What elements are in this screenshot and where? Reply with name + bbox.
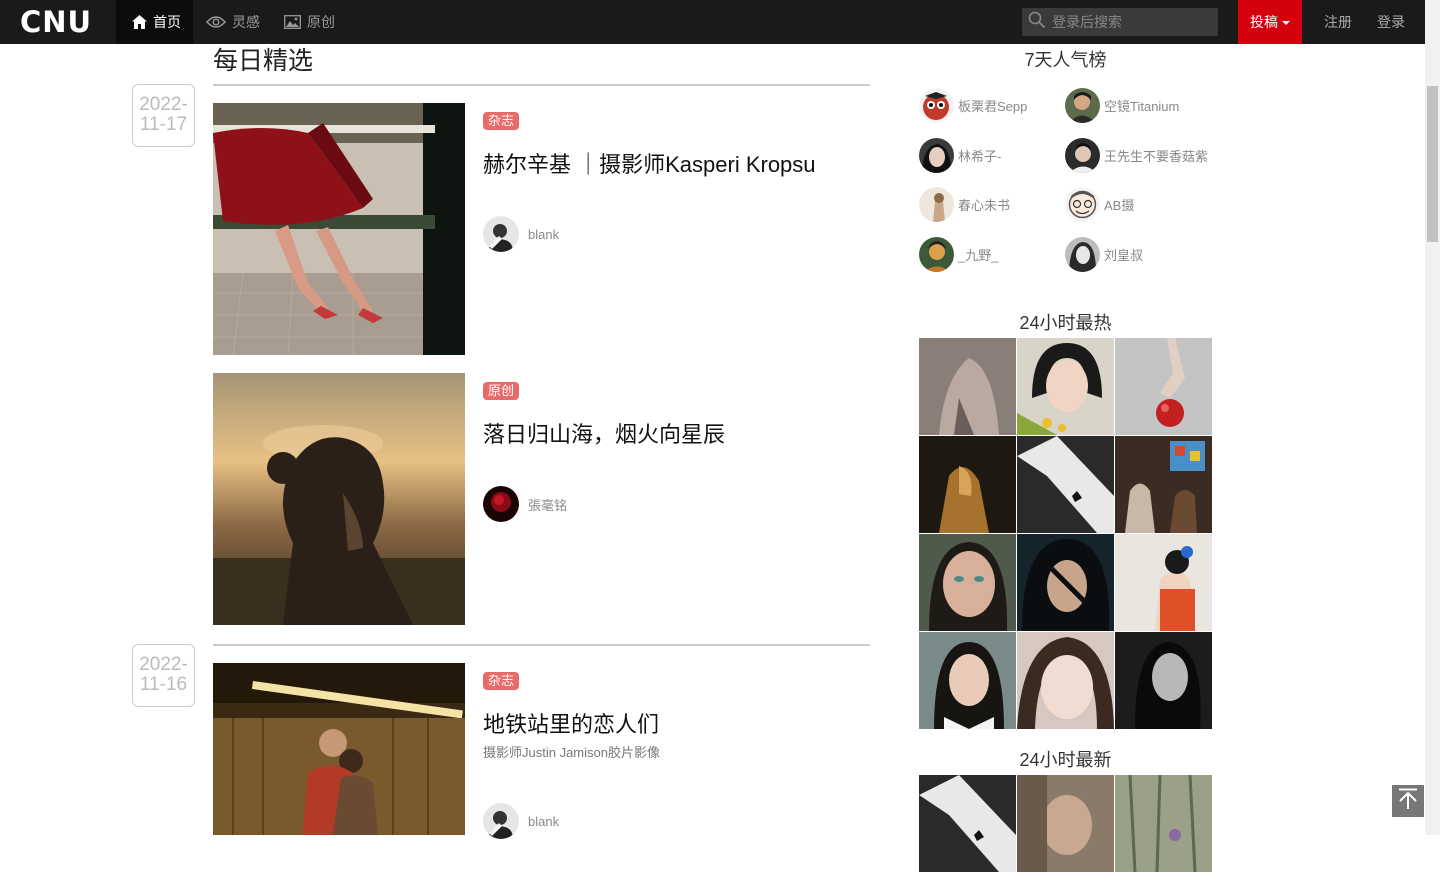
popular-user[interactable]: AB摄	[1065, 187, 1134, 222]
popular-user-name[interactable]: 板栗君Sepp	[958, 96, 1027, 115]
popular-user[interactable]: 刘皇叔	[1065, 237, 1143, 272]
submit-button[interactable]: 投稿	[1238, 0, 1302, 44]
avatar[interactable]	[919, 88, 954, 123]
submit-label: 投稿	[1250, 14, 1278, 30]
popular-user-name[interactable]: 空镜Titanium	[1104, 96, 1179, 115]
author-name[interactable]: blank	[528, 227, 559, 242]
avatar[interactable]	[1065, 88, 1100, 123]
image-icon	[284, 15, 301, 29]
hot-photo[interactable]	[1115, 632, 1212, 729]
post-title[interactable]: 地铁站里的恋人们	[483, 707, 659, 739]
new-photo-grid	[919, 775, 1212, 872]
post-title[interactable]: 落日归山海，烟火向星辰	[483, 417, 725, 449]
post-thumbnail[interactable]	[213, 103, 465, 355]
search-icon	[1028, 11, 1046, 34]
new-title: 24小时最新	[1019, 750, 1112, 770]
post-tag[interactable]: 杂志	[483, 112, 520, 130]
top-navbar: CNU 首页 灵感 原创 投稿 注册 登录	[0, 0, 1425, 44]
tab-inspiration-label: 灵感	[232, 14, 260, 30]
popular-user[interactable]: 空镜Titanium	[1065, 88, 1179, 123]
post-thumbnail[interactable]	[213, 663, 465, 835]
eye-icon	[206, 16, 226, 28]
avatar[interactable]	[919, 237, 954, 272]
hot-photo[interactable]	[1017, 632, 1114, 729]
hot-photo[interactable]	[919, 338, 1016, 435]
date-year: 2022-	[139, 654, 188, 675]
avatar[interactable]	[919, 187, 954, 222]
avatar[interactable]	[483, 486, 519, 522]
author-name[interactable]: 張毫铭	[528, 495, 567, 514]
page-scrollbar[interactable]	[1425, 0, 1440, 835]
search-input[interactable]	[1052, 14, 1212, 30]
post-author[interactable]: blank	[483, 803, 559, 839]
avatar[interactable]	[1065, 138, 1100, 173]
hot-photo[interactable]	[1017, 338, 1114, 435]
popular-user[interactable]: _九野_	[919, 237, 998, 272]
avatar[interactable]	[483, 803, 519, 839]
popular-user-name[interactable]: 刘皇叔	[1104, 245, 1143, 264]
arrow-up-icon	[1398, 788, 1418, 815]
hot-photo[interactable]	[919, 632, 1016, 729]
site-logo[interactable]: CNU	[20, 6, 92, 38]
new-photo[interactable]	[1017, 775, 1114, 872]
tab-home-label: 首页	[153, 14, 181, 30]
hot-photo[interactable]	[1017, 436, 1114, 533]
hot-title: 24小时最热	[1019, 313, 1112, 333]
popular-title: 7天人气榜	[1024, 50, 1107, 70]
popular-user-name[interactable]: AB摄	[1104, 195, 1134, 214]
hot-photo[interactable]	[1115, 338, 1212, 435]
scrollbar-thumb[interactable]	[1427, 86, 1438, 242]
login-link[interactable]: 登录	[1377, 0, 1405, 44]
popular-user-name[interactable]: _九野_	[958, 245, 998, 264]
search-box[interactable]	[1022, 8, 1218, 36]
popular-user[interactable]: 王先生不要香菇紫	[1065, 138, 1208, 173]
post-tag[interactable]: 杂志	[483, 672, 520, 690]
divider	[213, 644, 870, 646]
post-author[interactable]: 張毫铭	[483, 486, 567, 522]
post-thumbnail[interactable]	[213, 373, 465, 625]
back-to-top-button[interactable]	[1392, 785, 1424, 817]
new-photo[interactable]	[1115, 775, 1212, 872]
popular-user[interactable]: 林希子-	[919, 138, 1001, 173]
post-tag[interactable]: 原创	[483, 382, 520, 400]
popular-user-name[interactable]: 林希子-	[958, 146, 1001, 165]
avatar[interactable]	[919, 138, 954, 173]
caret-down-icon	[1282, 21, 1290, 25]
tab-inspiration[interactable]: 灵感	[206, 0, 260, 44]
popular-user[interactable]: 春心未书	[919, 187, 1010, 222]
author-name[interactable]: blank	[528, 814, 559, 829]
avatar[interactable]	[1065, 187, 1100, 222]
date-badge: 2022- 11-17	[132, 84, 195, 147]
tab-original-label: 原创	[307, 14, 335, 30]
hot-photo-grid	[919, 338, 1212, 729]
date-badge: 2022- 11-16	[132, 644, 195, 707]
popular-user-name[interactable]: 王先生不要香菇紫	[1104, 146, 1208, 165]
date-day: 11-17	[139, 114, 188, 135]
date-day: 11-16	[139, 674, 188, 695]
post-author[interactable]: blank	[483, 216, 559, 252]
section-title: 每日精选	[213, 47, 314, 75]
hot-photo[interactable]	[1115, 436, 1212, 533]
divider	[213, 84, 870, 86]
register-link[interactable]: 注册	[1324, 0, 1352, 44]
hot-photo[interactable]	[919, 436, 1016, 533]
tab-home[interactable]: 首页	[116, 0, 193, 44]
hot-photo[interactable]	[1017, 534, 1114, 631]
tab-original[interactable]: 原创	[284, 0, 335, 44]
avatar[interactable]	[1065, 237, 1100, 272]
post-title[interactable]: 赫尔辛基 ｜摄影师Kasperi Kropsu	[483, 147, 816, 179]
new-photo[interactable]	[919, 775, 1016, 872]
home-icon	[132, 15, 147, 29]
post-subtitle: 摄影师Justin Jamison胶片影像	[483, 745, 660, 760]
popular-user[interactable]: 板栗君Sepp	[919, 88, 1027, 123]
avatar[interactable]	[483, 216, 519, 252]
date-year: 2022-	[139, 94, 188, 115]
popular-user-name[interactable]: 春心未书	[958, 195, 1010, 214]
hot-photo[interactable]	[1115, 534, 1212, 631]
hot-photo[interactable]	[919, 534, 1016, 631]
